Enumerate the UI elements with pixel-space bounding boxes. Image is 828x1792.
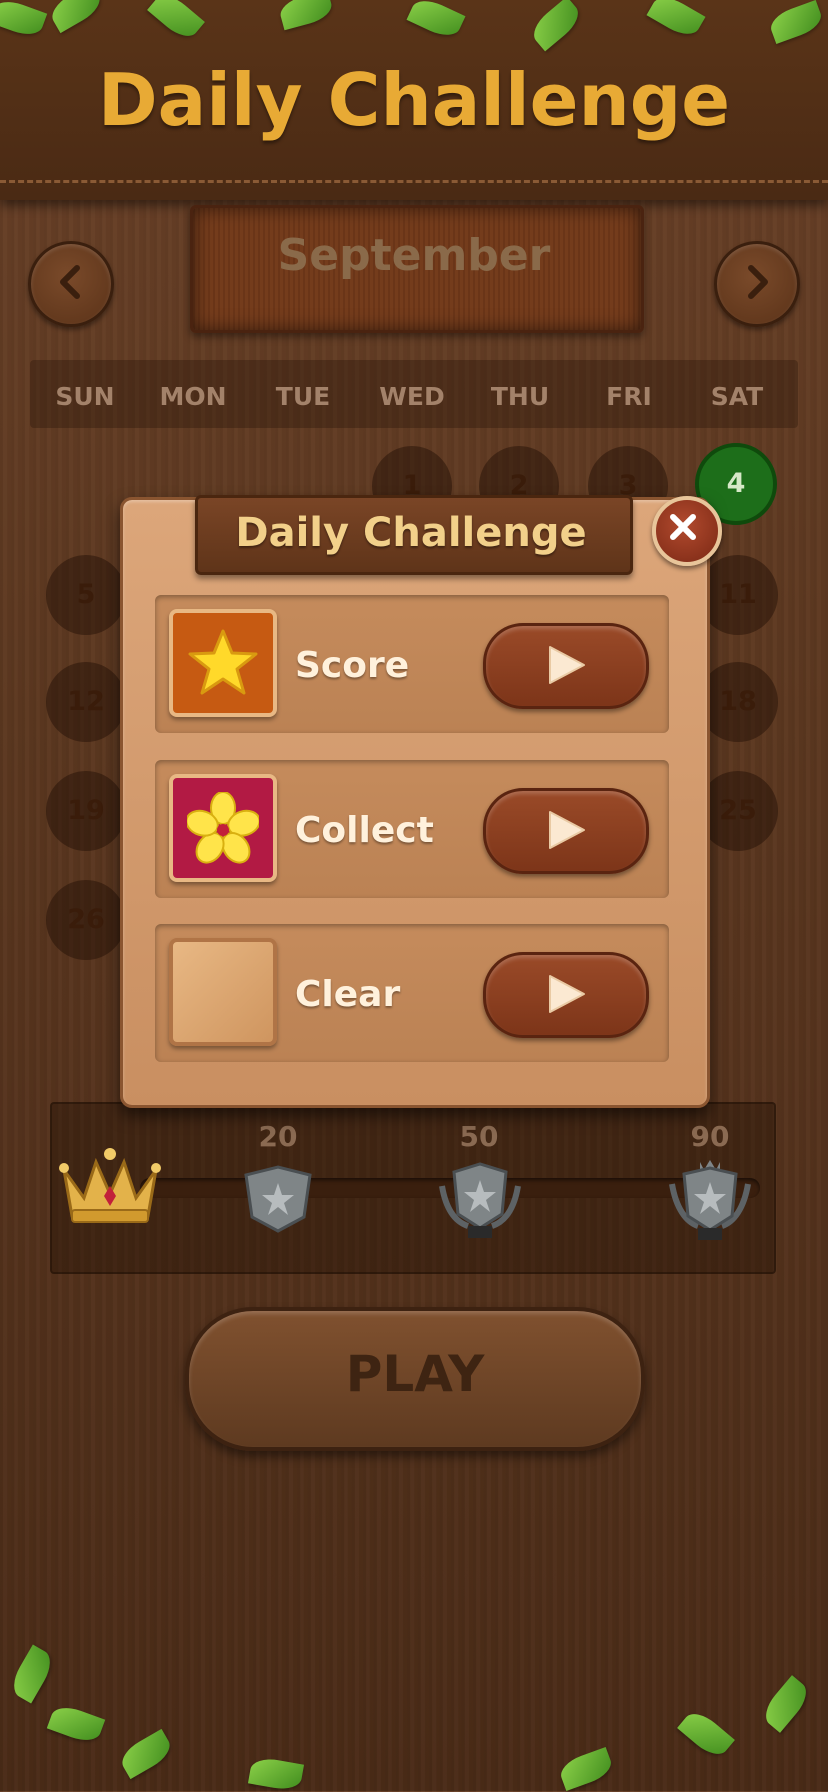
- page-title: Daily Challenge: [97, 58, 731, 142]
- silver-shield-badge-icon: [244, 1165, 312, 1233]
- crown-icon: [59, 1148, 161, 1223]
- header-stitch-divider: [0, 180, 828, 183]
- calendar-day[interactable]: 25: [698, 771, 778, 851]
- weekday-mon: MON: [159, 382, 227, 411]
- option-label: Clear: [295, 974, 401, 1015]
- weekday-thu: THU: [490, 382, 550, 411]
- milestone-label: 20: [258, 1120, 298, 1153]
- month-label: September: [277, 230, 551, 281]
- play-triangle-icon: [549, 975, 585, 1013]
- leaf-decoration-icon: [6, 1644, 58, 1704]
- leaf-decoration-icon: [677, 1706, 735, 1762]
- milestone-label: 90: [690, 1120, 730, 1153]
- silver-shield-badge-icon: [439, 1162, 521, 1238]
- leaf-decoration-icon: [46, 1701, 106, 1747]
- challenge-option-collect: Collect: [155, 760, 669, 898]
- play-triangle-icon: [549, 811, 585, 849]
- collect-play-button[interactable]: [483, 788, 649, 874]
- dialog-title: Daily Challenge: [235, 510, 587, 556]
- prev-month-button[interactable]: [28, 241, 114, 327]
- silver-shield-badge-icon: [669, 1160, 751, 1240]
- calendar-day[interactable]: 5: [46, 555, 126, 635]
- calendar-day[interactable]: 19: [46, 771, 126, 851]
- play-triangle-icon: [549, 646, 585, 684]
- challenge-option-score: Score: [155, 595, 669, 733]
- star-icon: [188, 629, 258, 695]
- weekday-tue: TUE: [275, 382, 331, 411]
- milestone-label: 50: [459, 1120, 499, 1153]
- chevron-left-icon: [60, 265, 80, 299]
- score-play-button[interactable]: [483, 623, 649, 709]
- calendar-day[interactable]: 12: [46, 662, 126, 742]
- weekday-sat: SAT: [710, 382, 764, 411]
- score-icon-tile: [169, 609, 277, 717]
- flower-icon: [187, 792, 259, 864]
- leaf-decoration-icon: [116, 1728, 176, 1780]
- leaf-decoration-icon: [556, 1746, 616, 1792]
- weekday-wed: WED: [379, 382, 445, 411]
- close-icon: [670, 514, 696, 540]
- leaf-decoration-icon: [758, 1675, 814, 1733]
- option-label: Collect: [295, 810, 434, 851]
- challenge-option-clear: Clear: [155, 924, 669, 1062]
- wood-block-icon: [169, 938, 277, 1046]
- option-label: Score: [295, 645, 410, 686]
- play-button-label: PLAY: [345, 1345, 485, 1403]
- calendar-day[interactable]: 11: [698, 555, 778, 635]
- leaf-decoration-icon: [247, 1755, 305, 1792]
- next-month-button[interactable]: [714, 241, 800, 327]
- chevron-right-icon: [748, 265, 768, 299]
- weekday-fri: FRI: [606, 382, 652, 411]
- calendar-day[interactable]: 18: [698, 662, 778, 742]
- clear-play-button[interactable]: [483, 952, 649, 1038]
- close-button[interactable]: [652, 496, 722, 566]
- calendar-day[interactable]: 26: [46, 880, 126, 960]
- weekday-sun: SUN: [55, 382, 115, 411]
- collect-icon-tile: [169, 774, 277, 882]
